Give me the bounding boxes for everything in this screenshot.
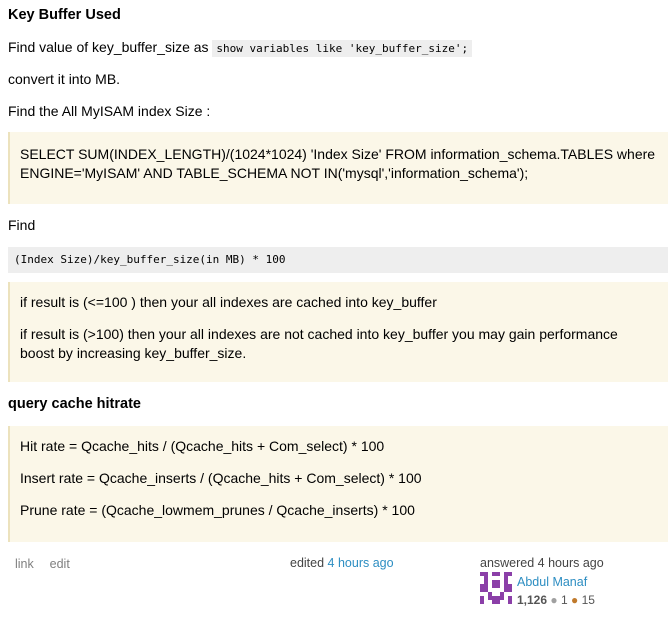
- key-buffer-heading: Key Buffer Used: [8, 7, 121, 23]
- query-cache-heading: query cache hitrate: [8, 396, 141, 412]
- bronze-badge-icon: ●: [571, 593, 579, 607]
- insert-rate-formula: Insert rate = Qcache_inserts / (Qcache_h…: [20, 470, 422, 486]
- formula-code-block: (Index Size)/key_buffer_size(in MB) * 10…: [8, 247, 668, 273]
- index-query-line-2: ENGINE='MyISAM' AND TABLE_SCHEMA NOT IN(…: [20, 165, 529, 181]
- result-block: if result is (<=100 ) then your all inde…: [8, 282, 668, 382]
- formula-code: (Index Size)/key_buffer_size(in MB) * 10…: [14, 253, 286, 266]
- result-gt-100-line-1: if result is (>100) then your all indexe…: [20, 326, 618, 342]
- find-index-text: Find the All MyISAM index Size :: [8, 103, 211, 119]
- find-text: Find: [8, 217, 36, 233]
- result-le-100: if result is (<=100 ) then your all inde…: [20, 294, 437, 310]
- silver-badge-icon: ●: [550, 593, 558, 607]
- hit-rate-formula: Hit rate = Qcache_hits / (Qcache_hits + …: [20, 438, 385, 454]
- answered-label: answered 4 hours ago: [480, 556, 604, 570]
- reputation-score: 1,126: [517, 593, 548, 607]
- index-size-query-block: SELECT SUM(INDEX_LENGTH)/(1024*1024) 'In…: [8, 132, 668, 204]
- edited-time-link[interactable]: 4 hours ago: [328, 556, 394, 570]
- avatar[interactable]: [480, 572, 512, 604]
- user-name-link[interactable]: Abdul Manaf: [517, 575, 587, 589]
- query-cache-block: Hit rate = Qcache_hits / (Qcache_hits + …: [8, 426, 668, 542]
- result-gt-100-line-2: boost by increasing key_buffer_size.: [20, 345, 247, 361]
- post-menu: link edit: [15, 555, 70, 571]
- link-button[interactable]: link: [15, 557, 34, 571]
- show-variables-code: show variables like 'key_buffer_size';: [212, 40, 473, 57]
- find-value-text: Find value of key_buffer_size as: [8, 39, 209, 55]
- bronze-badge-count: 15: [581, 593, 595, 607]
- silver-badge-count: 1: [560, 593, 568, 607]
- edited-prefix: edited: [290, 556, 325, 570]
- index-query-line-1: SELECT SUM(INDEX_LENGTH)/(1024*1024) 'In…: [20, 146, 656, 162]
- prune-rate-formula: Prune rate = (Qcache_lowmem_prunes / Qca…: [20, 502, 415, 518]
- edit-button[interactable]: edit: [50, 557, 70, 571]
- convert-text: convert it into MB.: [8, 71, 121, 87]
- edited-info: edited 4 hours ago: [290, 556, 394, 570]
- user-stats: 1,126 ● 1 ● 15: [517, 593, 595, 607]
- find-value-paragraph: Find value of key_buffer_size as show va…: [8, 38, 473, 58]
